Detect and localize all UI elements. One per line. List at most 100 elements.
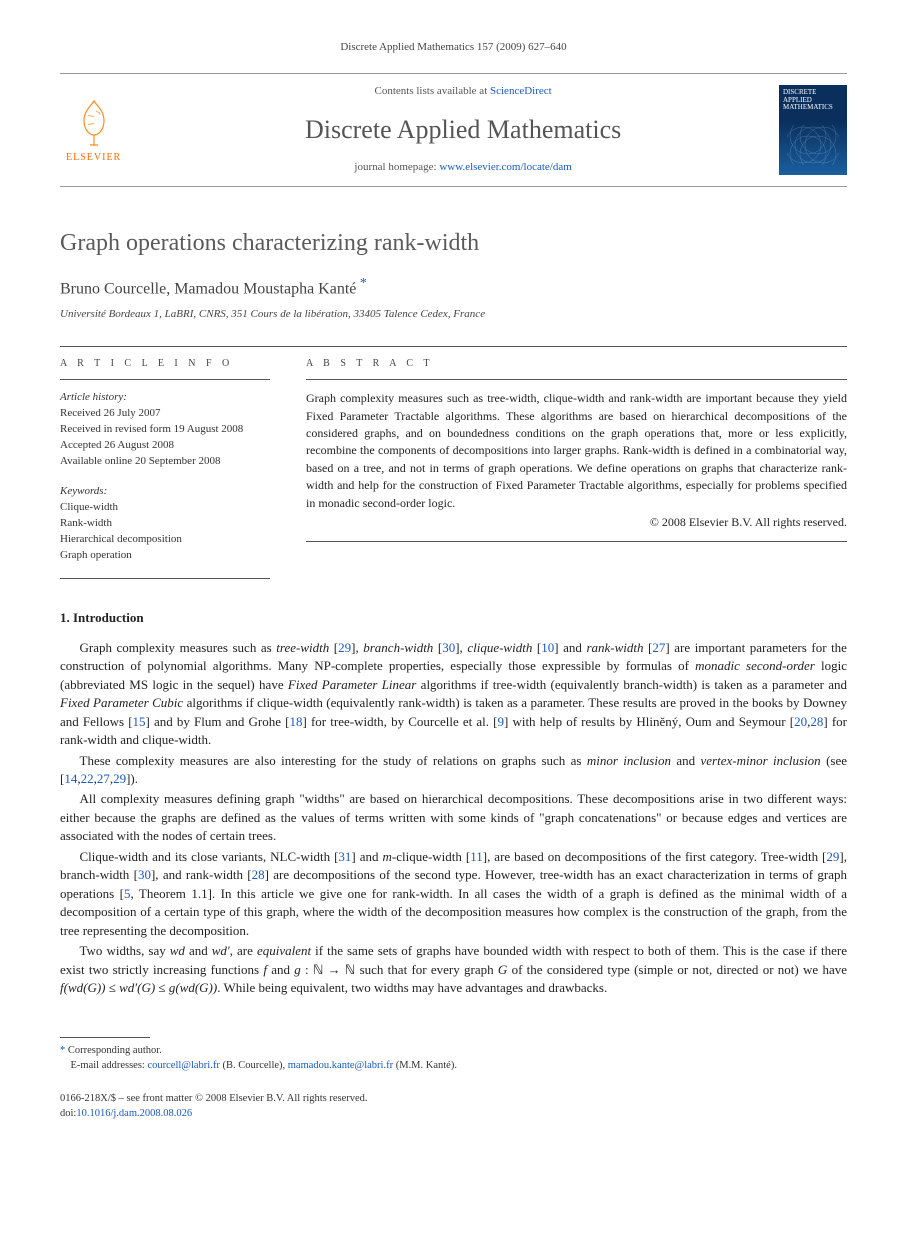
- ref-30b[interactable]: 30: [138, 867, 151, 882]
- ref-15[interactable]: 15: [133, 714, 146, 729]
- cover-title: DISCRETE APPLIED MATHEMATICS: [783, 89, 843, 112]
- ref-31[interactable]: 31: [338, 849, 351, 864]
- doi-line: doi:10.1016/j.dam.2008.08.026: [60, 1107, 847, 1122]
- email-addresses-note: E-mail addresses: courcell@labri.fr (B. …: [60, 1059, 847, 1074]
- doi-link[interactable]: 10.1016/j.dam.2008.08.026: [76, 1108, 192, 1119]
- t: ] with help of results by Hliněný, Oum a…: [504, 714, 794, 729]
- fpl-term: Fixed Parameter Linear: [288, 677, 416, 692]
- cover-pattern-icon: [787, 125, 839, 165]
- keyword-3: Hierarchical decomposition: [60, 532, 270, 548]
- ref-11[interactable]: 11: [470, 849, 483, 864]
- t: Graph complexity measures such as: [80, 640, 277, 655]
- sciencedirect-link[interactable]: ScienceDirect: [490, 85, 552, 97]
- abstract-column: A B S T R A C T Graph complexity measure…: [306, 347, 847, 578]
- publisher-logo: ELSEVIER: [60, 95, 127, 165]
- t: -clique-width [: [392, 849, 470, 864]
- keyword-1: Clique-width: [60, 500, 270, 516]
- keywords-head: Keywords:: [60, 484, 270, 500]
- journal-title-large: Discrete Applied Mathematics: [147, 112, 779, 148]
- email-who-1: (B. Courcelle),: [220, 1060, 288, 1071]
- ref-29b[interactable]: 29: [113, 771, 126, 786]
- journal-banner: ELSEVIER Contents lists available at Sci…: [60, 73, 847, 186]
- ref-29c[interactable]: 29: [826, 849, 839, 864]
- ref-22[interactable]: 22: [81, 771, 94, 786]
- info-bottom-rule: [60, 578, 270, 579]
- contents-available-line: Contents lists available at ScienceDirec…: [147, 84, 779, 99]
- t: ], and rank-width [: [151, 867, 252, 882]
- intro-para-1: Graph complexity measures such as tree-w…: [60, 639, 847, 750]
- abstract-label: A B S T R A C T: [306, 347, 847, 380]
- history-head: Article history:: [60, 390, 270, 406]
- email-link-1[interactable]: courcell@labri.fr: [147, 1060, 219, 1071]
- ref-30[interactable]: 30: [442, 640, 455, 655]
- intro-para-4: Clique-width and its close variants, NLC…: [60, 848, 847, 940]
- ref-28b[interactable]: 28: [252, 867, 265, 882]
- banner-center: Contents lists available at ScienceDirec…: [147, 84, 779, 175]
- abstract-bottom-rule: [306, 541, 847, 542]
- t: [: [532, 640, 541, 655]
- history-revised: Received in revised form 19 August 2008: [60, 422, 270, 438]
- m-var: m: [382, 849, 391, 864]
- abstract-text: Graph complexity measures such as tree-w…: [306, 390, 847, 512]
- t: ],: [351, 640, 363, 655]
- elsevier-tree-icon: [70, 95, 118, 149]
- ref-14[interactable]: 14: [64, 771, 77, 786]
- G-var: G: [498, 962, 507, 977]
- email-link-2[interactable]: mamadou.kante@labri.fr: [288, 1060, 393, 1071]
- asterisk-icon: *: [60, 1045, 65, 1056]
- corresponding-author-note: * Corresponding author.: [60, 1044, 847, 1059]
- ref-29[interactable]: 29: [338, 640, 351, 655]
- keyword-2: Rank-width: [60, 516, 270, 532]
- ref-10[interactable]: 10: [541, 640, 554, 655]
- authors-line: Bruno Courcelle, Mamadou Moustapha Kanté…: [60, 274, 847, 301]
- history-online: Available online 20 September 2008: [60, 454, 270, 470]
- affiliation: Université Bordeaux 1, LaBRI, CNRS, 351 …: [60, 307, 847, 322]
- wdp-var: wd′: [212, 943, 230, 958]
- t: ]).: [126, 771, 138, 786]
- abstract-copyright: © 2008 Elsevier B.V. All rights reserved…: [306, 514, 847, 531]
- article-info-column: A R T I C L E I N F O Article history: R…: [60, 347, 270, 578]
- t: ],: [455, 640, 467, 655]
- inequality: f(wd(G)) ≤ wd′(G) ≤ g(wd(G)): [60, 980, 217, 995]
- t: ] and by Flum and Grohe [: [146, 714, 290, 729]
- t: [: [329, 640, 338, 655]
- t: algorithms if tree-width (equivalently b…: [416, 677, 847, 692]
- mso-term: monadic second-order: [695, 658, 815, 673]
- ref-27b[interactable]: 27: [97, 771, 110, 786]
- ref-20[interactable]: 20: [794, 714, 807, 729]
- keywords-block: Keywords: Clique-width Rank-width Hierar…: [60, 484, 270, 564]
- email-who-2: (M.M. Kanté).: [393, 1060, 457, 1071]
- keyword-4: Graph operation: [60, 548, 270, 564]
- branch-width-term: branch-width: [363, 640, 433, 655]
- vertex-minor-term: vertex-minor inclusion: [701, 753, 821, 768]
- journal-cover-thumb: DISCRETE APPLIED MATHEMATICS: [779, 85, 847, 175]
- info-abstract-row: A R T I C L E I N F O Article history: R…: [60, 346, 847, 578]
- t: , Theorem 1.1]. In this article we give …: [60, 886, 847, 938]
- header-citation: Discrete Applied Mathematics 157 (2009) …: [60, 40, 847, 55]
- ref-28[interactable]: 28: [810, 714, 823, 729]
- t: Two widths, say: [80, 943, 170, 958]
- homepage-link[interactable]: www.elsevier.com/locate/dam: [439, 161, 571, 173]
- footer-meta: 0166-218X/$ – see front matter © 2008 El…: [60, 1092, 847, 1121]
- history-received: Received 26 July 2007: [60, 406, 270, 422]
- t: of the considered type (simple or not, d…: [507, 962, 847, 977]
- publisher-name: ELSEVIER: [66, 151, 121, 165]
- t: ] and: [351, 849, 382, 864]
- minor-inclusion-term: minor inclusion: [587, 753, 671, 768]
- t: : ℕ → ℕ such that for every graph: [301, 962, 498, 977]
- article-title: Graph operations characterizing rank-wid…: [60, 227, 847, 261]
- contents-prefix: Contents lists available at: [375, 85, 490, 97]
- t: . While being equivalent, two widths may…: [217, 980, 607, 995]
- ref-18[interactable]: 18: [290, 714, 303, 729]
- article-info-label: A R T I C L E I N F O: [60, 347, 270, 380]
- intro-para-3: All complexity measures defining graph "…: [60, 790, 847, 845]
- email-label: E-mail addresses:: [71, 1060, 145, 1071]
- fpc-term: Fixed Parameter Cubic: [60, 695, 183, 710]
- t: ] and: [554, 640, 586, 655]
- t: These complexity measures are also inter…: [80, 753, 587, 768]
- t: ] for tree-width, by Courcelle et al. [: [303, 714, 498, 729]
- front-matter-line: 0166-218X/$ – see front matter © 2008 El…: [60, 1092, 847, 1107]
- ref-27[interactable]: 27: [652, 640, 665, 655]
- t: and: [185, 943, 212, 958]
- corr-label: Corresponding author.: [68, 1045, 162, 1056]
